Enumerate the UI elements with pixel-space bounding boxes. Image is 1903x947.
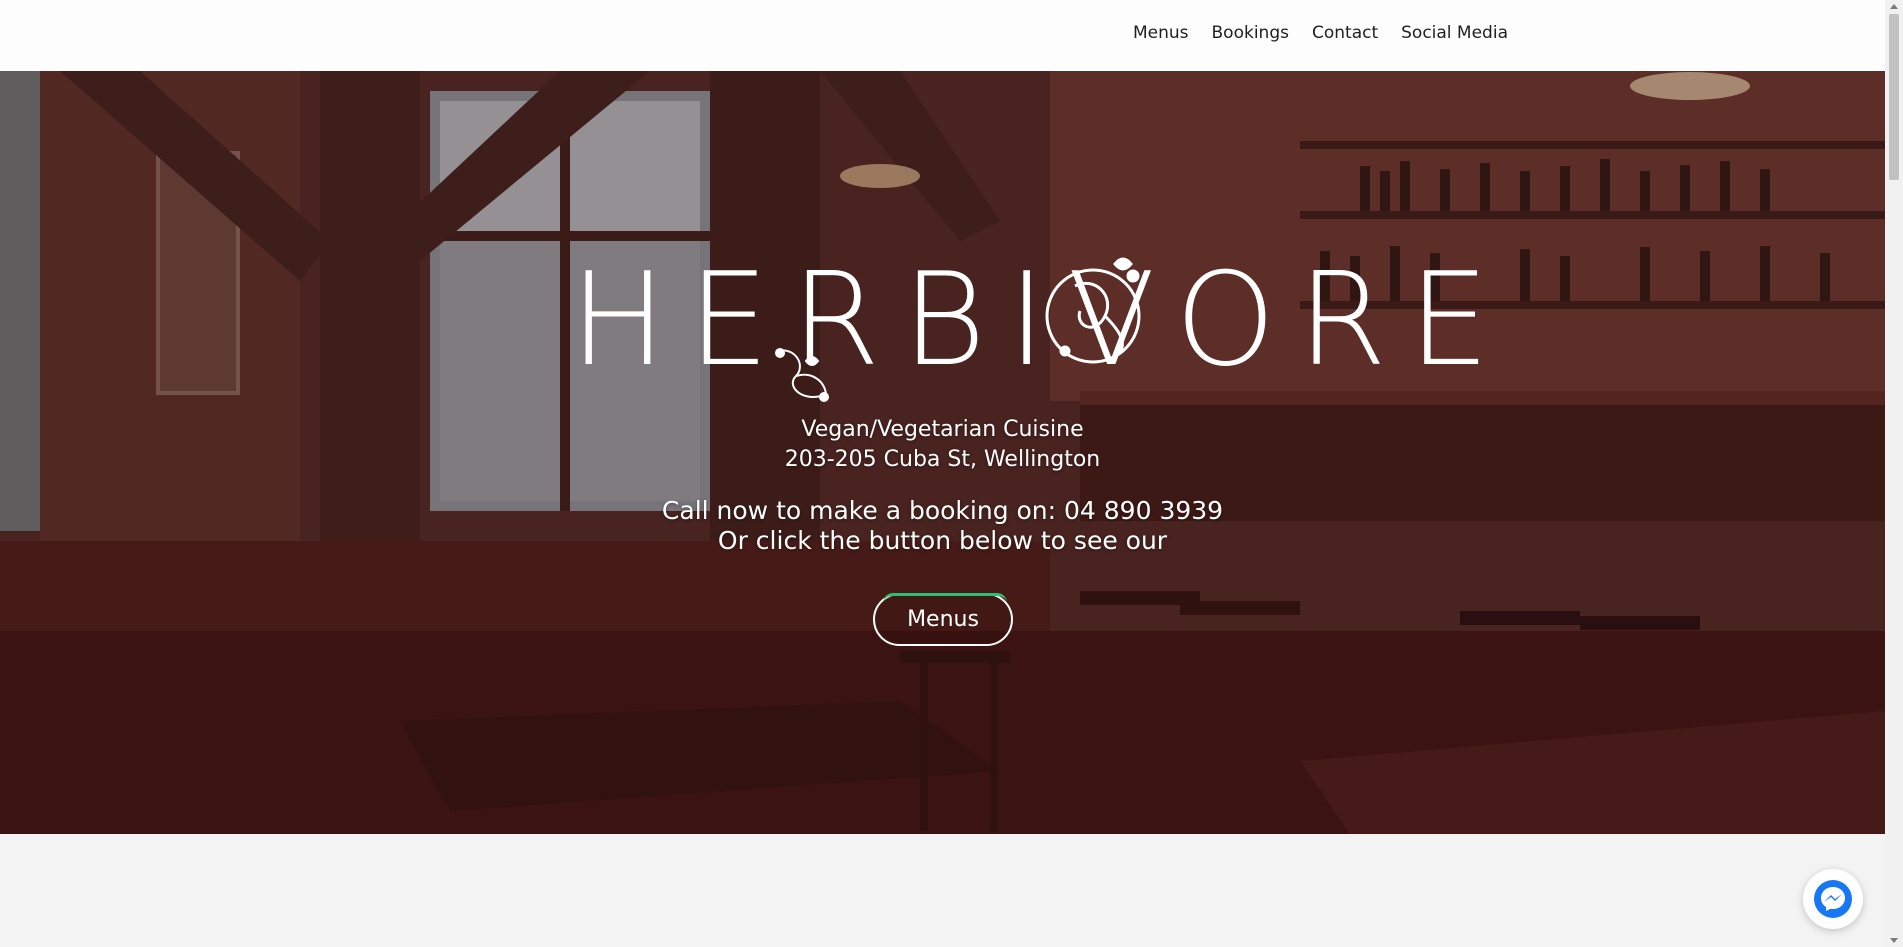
- scrollbar-thumb[interactable]: [1889, 14, 1899, 180]
- cuisine-tagline: Vegan/Vegetarian Cuisine: [801, 417, 1084, 442]
- nav-bookings[interactable]: Bookings: [1212, 22, 1289, 44]
- booking-phone-line: Call now to make a booking on: 04 890 39…: [661, 496, 1224, 525]
- top-navigation-bar: Menus Bookings Contact Social Media: [0, 0, 1885, 71]
- main-nav: Menus Bookings Contact Social Media: [1133, 22, 1508, 44]
- messenger-chat-button[interactable]: [1803, 869, 1863, 929]
- hero-banner: HERBIVORE Vegan/Vegetarian Cuisine 203-2…: [0, 71, 1885, 834]
- nav-social-media[interactable]: Social Media: [1401, 22, 1508, 44]
- herbivore-logo: HERBIVORE: [570, 246, 1490, 402]
- button-accent-arc: [883, 593, 1007, 603]
- nav-contact[interactable]: Contact: [1312, 22, 1378, 44]
- menu-prompt-line: Or click the button below to see our: [717, 526, 1168, 555]
- flourish-ornament-left: [775, 348, 829, 402]
- nav-menus[interactable]: Menus: [1133, 22, 1189, 44]
- page-scrollbar[interactable]: [1885, 0, 1903, 947]
- scroll-up-arrow-icon[interactable]: [1890, 4, 1898, 9]
- menus-button-label: Menus: [907, 607, 979, 632]
- messenger-icon: [1814, 880, 1852, 918]
- menus-button[interactable]: Menus: [873, 593, 1013, 646]
- address-line: 203-205 Cuba St, Wellington: [784, 447, 1101, 472]
- flourish-ornament-o: [1045, 257, 1141, 364]
- scroll-down-arrow-icon[interactable]: [1890, 938, 1898, 943]
